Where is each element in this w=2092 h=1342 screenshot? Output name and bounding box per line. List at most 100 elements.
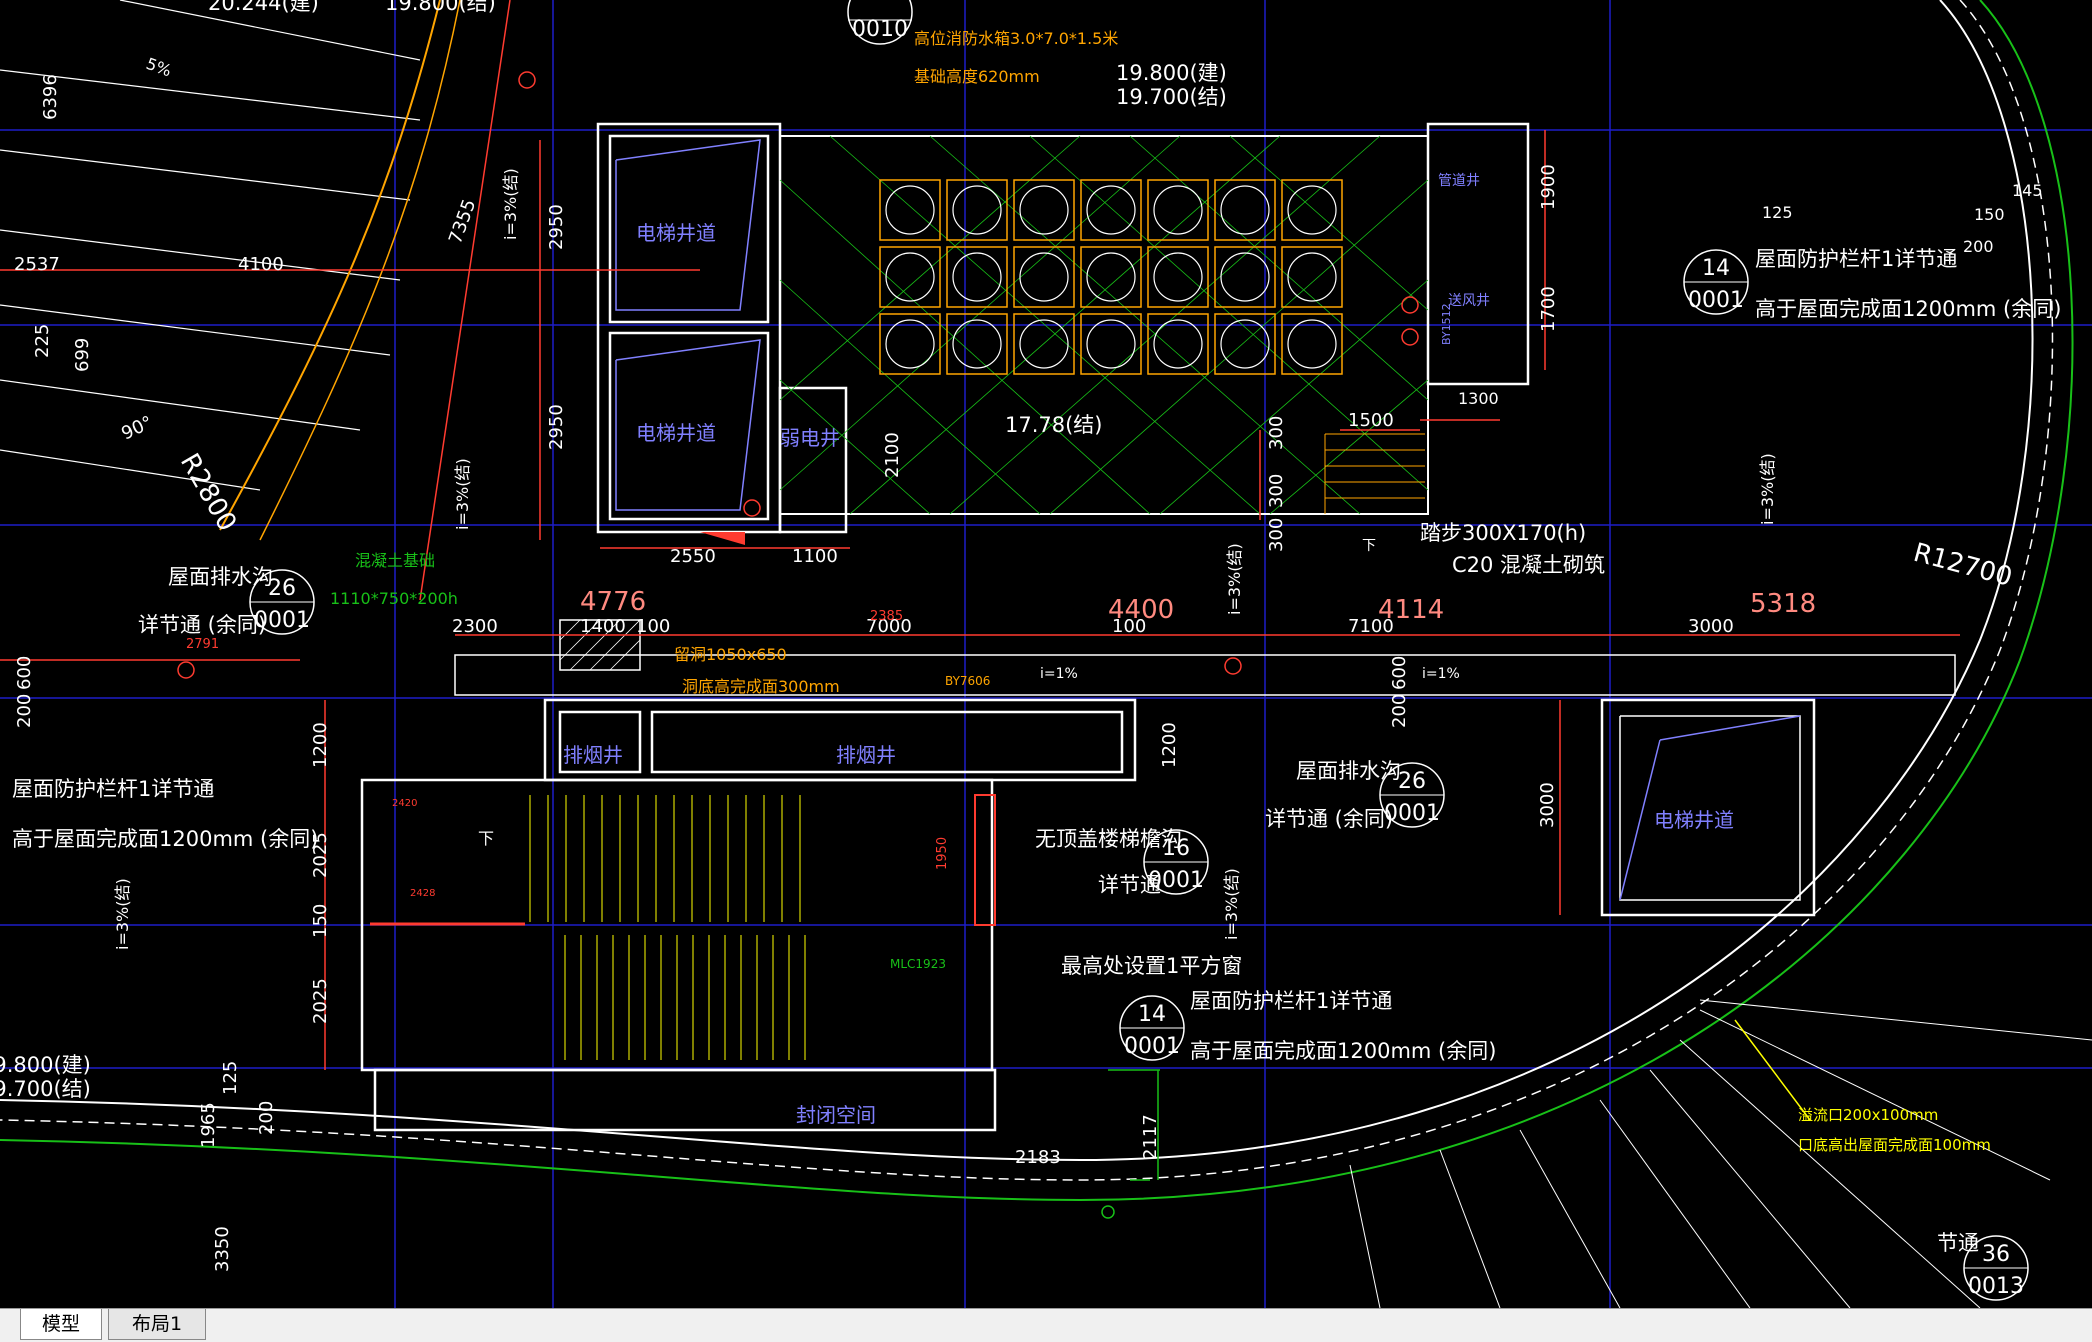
cad-model-space[interactable]: 电梯井道 电梯井道 弱电井 管道井 送风井 排烟井 排烟井 封闭空间 电梯井道 … — [0, 0, 2092, 1309]
tank-module-frame — [1013, 313, 1075, 375]
tank-down-label: 下 — [1362, 538, 1376, 554]
slope-1-b: i=1% — [1422, 666, 1460, 682]
tank-module — [1287, 252, 1337, 302]
note-fire-tank: 高位消防水箱3.0*7.0*1.5米 — [914, 29, 1118, 48]
core-walls — [596, 122, 1530, 534]
dim-2420: 2420 — [392, 798, 417, 809]
callout-26b-num: 26 — [1398, 769, 1426, 794]
dim-2428: 2428 — [410, 888, 435, 899]
room-elevator-2: 电梯井道 — [636, 421, 716, 445]
dim-125: 125 — [1762, 203, 1793, 222]
tab-model[interactable]: 模型 — [20, 1309, 102, 1340]
slope-3-f: i=3%(结) — [1222, 868, 1241, 940]
tank-module-frame — [879, 179, 941, 241]
dim-1300: 1300 — [1458, 389, 1499, 408]
tank-module-frame — [879, 313, 941, 375]
dim-2025-a: 2025 — [310, 832, 331, 878]
dim-300-c: 300 — [1266, 518, 1287, 552]
room-elevator-3: 电梯井道 — [1654, 808, 1734, 832]
radius-large: R12700 — [1910, 538, 2015, 593]
parapet-title-2: 屋面防护栏杆1详节通 — [12, 777, 214, 801]
dim-2950-b: 2950 — [546, 404, 567, 450]
radius-small: R2800 — [174, 449, 242, 537]
note-mlc: MLC1923 — [890, 957, 946, 971]
slope-3-b: i=3%(结) — [453, 458, 472, 530]
dim-3000-v: 3000 — [1537, 782, 1558, 828]
room-elevator-1: 电梯井道 — [636, 221, 716, 245]
parapet-title-1: 屋面防护栏杆1详节通 — [1755, 247, 1957, 271]
tank-module — [1220, 252, 1270, 302]
layout-tab-bar: 模型 布局1 — [0, 1308, 2092, 1342]
tank-module-frame — [946, 246, 1008, 308]
dim-200-a: 200 — [14, 694, 35, 728]
dim-225: 225 — [32, 324, 53, 358]
drain-title-2: 屋面排水沟 — [1296, 759, 1401, 783]
callout-16-num: 16 — [1162, 836, 1190, 861]
dim-150: 150 — [310, 904, 331, 938]
slope-3-a: i=3%(结) — [501, 168, 520, 240]
room-smoke-2: 排烟井 — [836, 743, 896, 767]
dim-4776: 4776 — [580, 587, 646, 617]
dim-150-right: 150 — [1974, 205, 2005, 224]
callout-36-num: 36 — [1982, 1242, 2010, 1267]
tank-module — [1220, 185, 1270, 235]
callout-26-num: 26 — [268, 576, 296, 601]
elev-top-left-2: 19.800(结) — [385, 0, 496, 15]
note-opening-height: 洞底高完成面300mm — [682, 677, 840, 696]
dim-2025-b: 2025 — [310, 978, 331, 1024]
dim-200-b: 200 — [1389, 694, 1410, 728]
dim-699: 699 — [72, 338, 93, 372]
steps-material: C20 混凝土砌筑 — [1452, 553, 1605, 577]
room-air-shaft: 送风井 — [1448, 293, 1490, 309]
tank-module — [952, 319, 1002, 369]
dim-3350: 3350 — [212, 1226, 233, 1272]
yellow-notes: 溢流口200x100mm 口底高出屋面完成面100mm — [1798, 1106, 1991, 1154]
dim-2385: 2385 — [870, 609, 903, 624]
tab-layout-1[interactable]: 布局1 — [108, 1309, 206, 1340]
tank-module-frame — [1147, 179, 1209, 241]
dim-2300: 2300 — [452, 616, 498, 637]
dim-100: 100 — [636, 616, 670, 637]
tank-module — [1086, 252, 1136, 302]
callout-14-sheet: 0001 — [1688, 288, 1744, 313]
dim-1500: 1500 — [1348, 410, 1394, 431]
dim-1950: 1950 — [935, 837, 950, 870]
slope-5: 5% — [144, 54, 174, 81]
tank-module-frame — [1281, 313, 1343, 375]
dim-2100: 2100 — [882, 432, 903, 478]
tank-module-frame — [1281, 246, 1343, 308]
dim-145: 145 — [2012, 181, 2043, 200]
tank-module-frame — [1013, 179, 1075, 241]
tank-module — [885, 185, 935, 235]
tank-module-frame — [946, 313, 1008, 375]
parapet-height-2: 高于屋面完成面1200mm (余同) — [12, 827, 318, 851]
note-by: BY7606 — [945, 674, 990, 688]
dim-1200-b: 1200 — [1159, 722, 1180, 768]
note-concrete-size: 1110*750*200h — [330, 589, 458, 608]
tank-module-frame — [1147, 313, 1209, 375]
elevator-right-mark2 — [1659, 715, 1801, 741]
stair-walls — [360, 698, 1137, 1132]
dim-2537: 2537 — [14, 254, 60, 275]
floor-plan-drawing[interactable]: 电梯井道 电梯井道 弱电井 管道井 送风井 排烟井 排烟井 封闭空间 电梯井道 … — [0, 0, 2092, 1309]
callout-21-sheet: 0010 — [852, 17, 908, 42]
callout-26-sheet: 0001 — [254, 608, 310, 633]
tank-module — [1287, 185, 1337, 235]
room-closed-space: 封闭空间 — [796, 1103, 876, 1127]
room-weak-electric: 弱电井 — [780, 426, 840, 450]
elev-struct: 19.700(结) — [1116, 85, 1227, 109]
dim-7355: 7355 — [445, 196, 480, 246]
drain-detail-2: 详节通 (余同) — [1265, 807, 1393, 831]
note-opening: 留洞1050x650 — [674, 645, 787, 664]
dim-4100: 4100 — [238, 254, 284, 275]
dim-2950-a: 2950 — [546, 204, 567, 250]
dim-4400: 4400 — [1108, 595, 1174, 625]
callout-14b-sheet: 0001 — [1124, 1034, 1180, 1059]
tank-module — [885, 252, 935, 302]
slope-3-d: i=3%(结) — [1758, 453, 1777, 525]
stair-treads — [529, 795, 806, 1060]
dim-3000: 3000 — [1688, 616, 1734, 637]
overflow-leader — [1734, 1019, 1811, 1121]
dim-600-a: 600 — [14, 656, 35, 690]
tank-module — [885, 319, 935, 369]
